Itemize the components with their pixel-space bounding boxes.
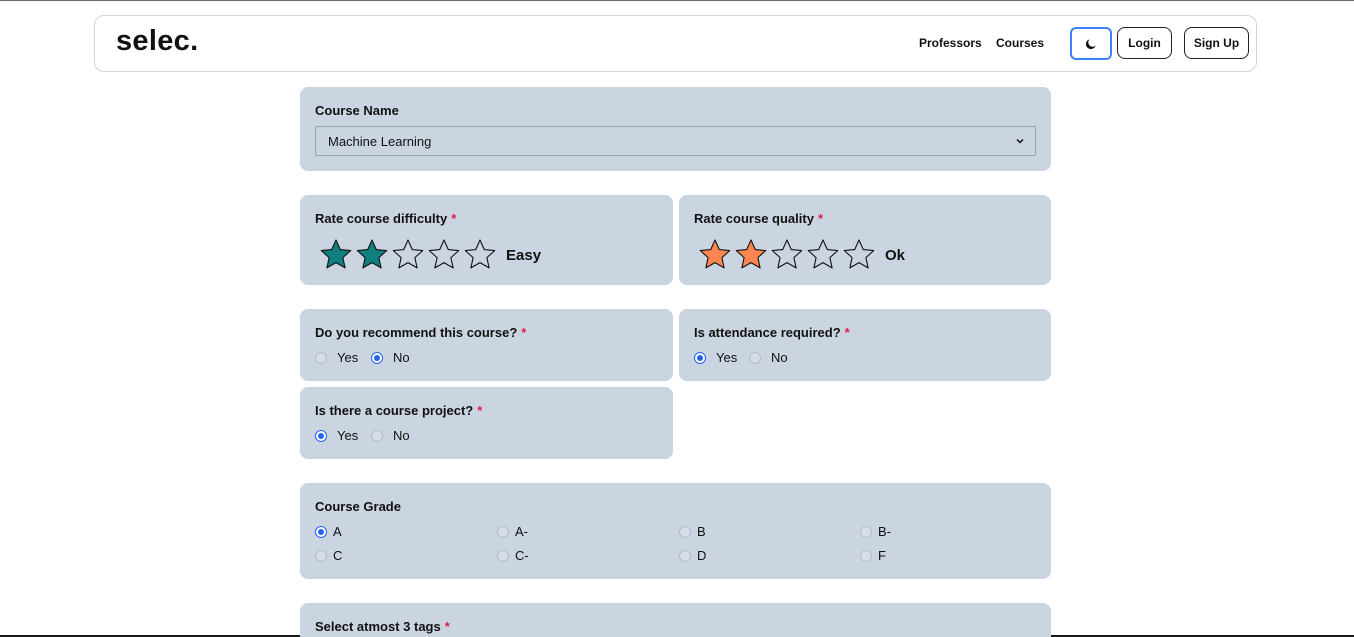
radio-label: C- <box>515 548 529 563</box>
logo[interactable]: selec. <box>116 25 198 58</box>
star-icon[interactable] <box>318 237 354 273</box>
project-option-yes[interactable]: Yes <box>315 428 358 443</box>
radio-label: B <box>697 524 706 539</box>
grade-option[interactable]: B <box>679 524 706 539</box>
chevron-down-icon <box>1016 138 1024 144</box>
radio-label: D <box>697 548 707 563</box>
tags-label: Select atmost 3 tags <box>315 619 441 634</box>
radio-label: B- <box>878 524 891 539</box>
nav-link-professors[interactable]: Professors <box>919 36 982 50</box>
star-icon[interactable] <box>390 237 426 273</box>
attendance-label: Is attendance required? <box>694 325 841 340</box>
grade-option[interactable]: C- <box>497 548 529 563</box>
radio-label: Yes <box>337 350 359 365</box>
quality-card: Rate course quality * Ok <box>679 195 1051 285</box>
grade-option[interactable]: B- <box>860 524 891 539</box>
radio-label: No <box>771 350 788 365</box>
attendance-option-yes[interactable]: Yes <box>694 350 737 365</box>
grade-card: Course Grade A A- B B- C C- D F <box>300 483 1051 579</box>
rating-text: Easy <box>506 246 542 264</box>
radio-label: A- <box>515 524 528 539</box>
grade-option[interactable]: A- <box>497 524 528 539</box>
required-marker: * <box>844 325 850 340</box>
moon-icon <box>1085 38 1096 49</box>
radio-button[interactable] <box>679 549 691 562</box>
attendance-option-no[interactable]: No <box>749 350 788 365</box>
required-marker: * <box>521 325 527 340</box>
radio-label: No <box>393 350 410 365</box>
star-icon[interactable] <box>354 237 390 273</box>
course-name-value: Machine Learning <box>328 134 432 149</box>
star-icon[interactable] <box>769 237 805 273</box>
course-name-select[interactable]: Machine Learning <box>315 126 1036 156</box>
star-icon[interactable] <box>426 237 462 273</box>
star-icon[interactable] <box>841 237 877 273</box>
star-icon[interactable] <box>462 237 498 273</box>
grade-option[interactable]: C <box>315 548 342 563</box>
star-icon[interactable] <box>805 237 841 273</box>
radio-button[interactable] <box>315 549 327 562</box>
star-icon[interactable] <box>733 237 769 273</box>
project-label: Is there a course project? <box>315 403 474 418</box>
radio-label: No <box>393 428 410 443</box>
radio-label: A <box>333 524 342 539</box>
navbar: selec. Professors Courses Login Sign Up <box>94 15 1257 72</box>
required-marker: * <box>817 211 823 226</box>
required-marker: * <box>477 403 483 418</box>
radio-button[interactable] <box>497 525 509 538</box>
radio-button[interactable] <box>679 525 691 538</box>
radio-button[interactable] <box>860 525 872 538</box>
radio-button[interactable] <box>315 429 327 442</box>
difficulty-card: Rate course difficulty * Easy <box>300 195 673 285</box>
radio-button[interactable] <box>371 351 383 364</box>
radio-label: F <box>878 548 886 563</box>
radio-button[interactable] <box>315 525 327 538</box>
recommend-label: Do you recommend this course? <box>315 325 518 340</box>
difficulty-stars: Easy <box>318 237 541 273</box>
radio-label: Yes <box>716 350 738 365</box>
course-name-card: Course Name Machine Learning <box>300 87 1051 171</box>
tags-card: Select atmost 3 tags * <box>300 603 1051 637</box>
difficulty-label: Rate course difficulty <box>315 211 448 226</box>
signup-button[interactable]: Sign Up <box>1184 27 1249 59</box>
course-name-label: Course Name <box>315 103 399 118</box>
grade-option[interactable]: D <box>679 548 706 563</box>
radio-button[interactable] <box>497 549 509 562</box>
radio-button[interactable] <box>694 351 706 364</box>
quality-stars: Ok <box>697 237 905 273</box>
radio-label: Yes <box>337 428 359 443</box>
radio-button[interactable] <box>749 351 761 364</box>
nav-link-courses[interactable]: Courses <box>996 36 1044 50</box>
attendance-card: Is attendance required? * Yes No <box>679 309 1051 381</box>
radio-button[interactable] <box>860 549 872 562</box>
radio-label: C <box>333 548 343 563</box>
project-option-no[interactable]: No <box>371 428 410 443</box>
recommend-option-no[interactable]: No <box>371 350 410 365</box>
star-icon[interactable] <box>697 237 733 273</box>
recommend-card: Do you recommend this course? * Yes No <box>300 309 673 381</box>
radio-button[interactable] <box>315 351 327 364</box>
grade-option[interactable]: F <box>860 548 886 563</box>
required-marker: * <box>444 619 450 634</box>
login-button[interactable]: Login <box>1117 27 1172 59</box>
project-card: Is there a course project? * Yes No <box>300 387 673 459</box>
grade-option[interactable]: A <box>315 524 342 539</box>
radio-button[interactable] <box>371 429 383 442</box>
recommend-option-yes[interactable]: Yes <box>315 350 358 365</box>
theme-toggle-button[interactable] <box>1070 27 1112 60</box>
rating-text: Ok <box>885 246 906 264</box>
grade-label: Course Grade <box>315 499 401 514</box>
quality-label: Rate course quality <box>694 211 814 226</box>
required-marker: * <box>451 211 457 226</box>
